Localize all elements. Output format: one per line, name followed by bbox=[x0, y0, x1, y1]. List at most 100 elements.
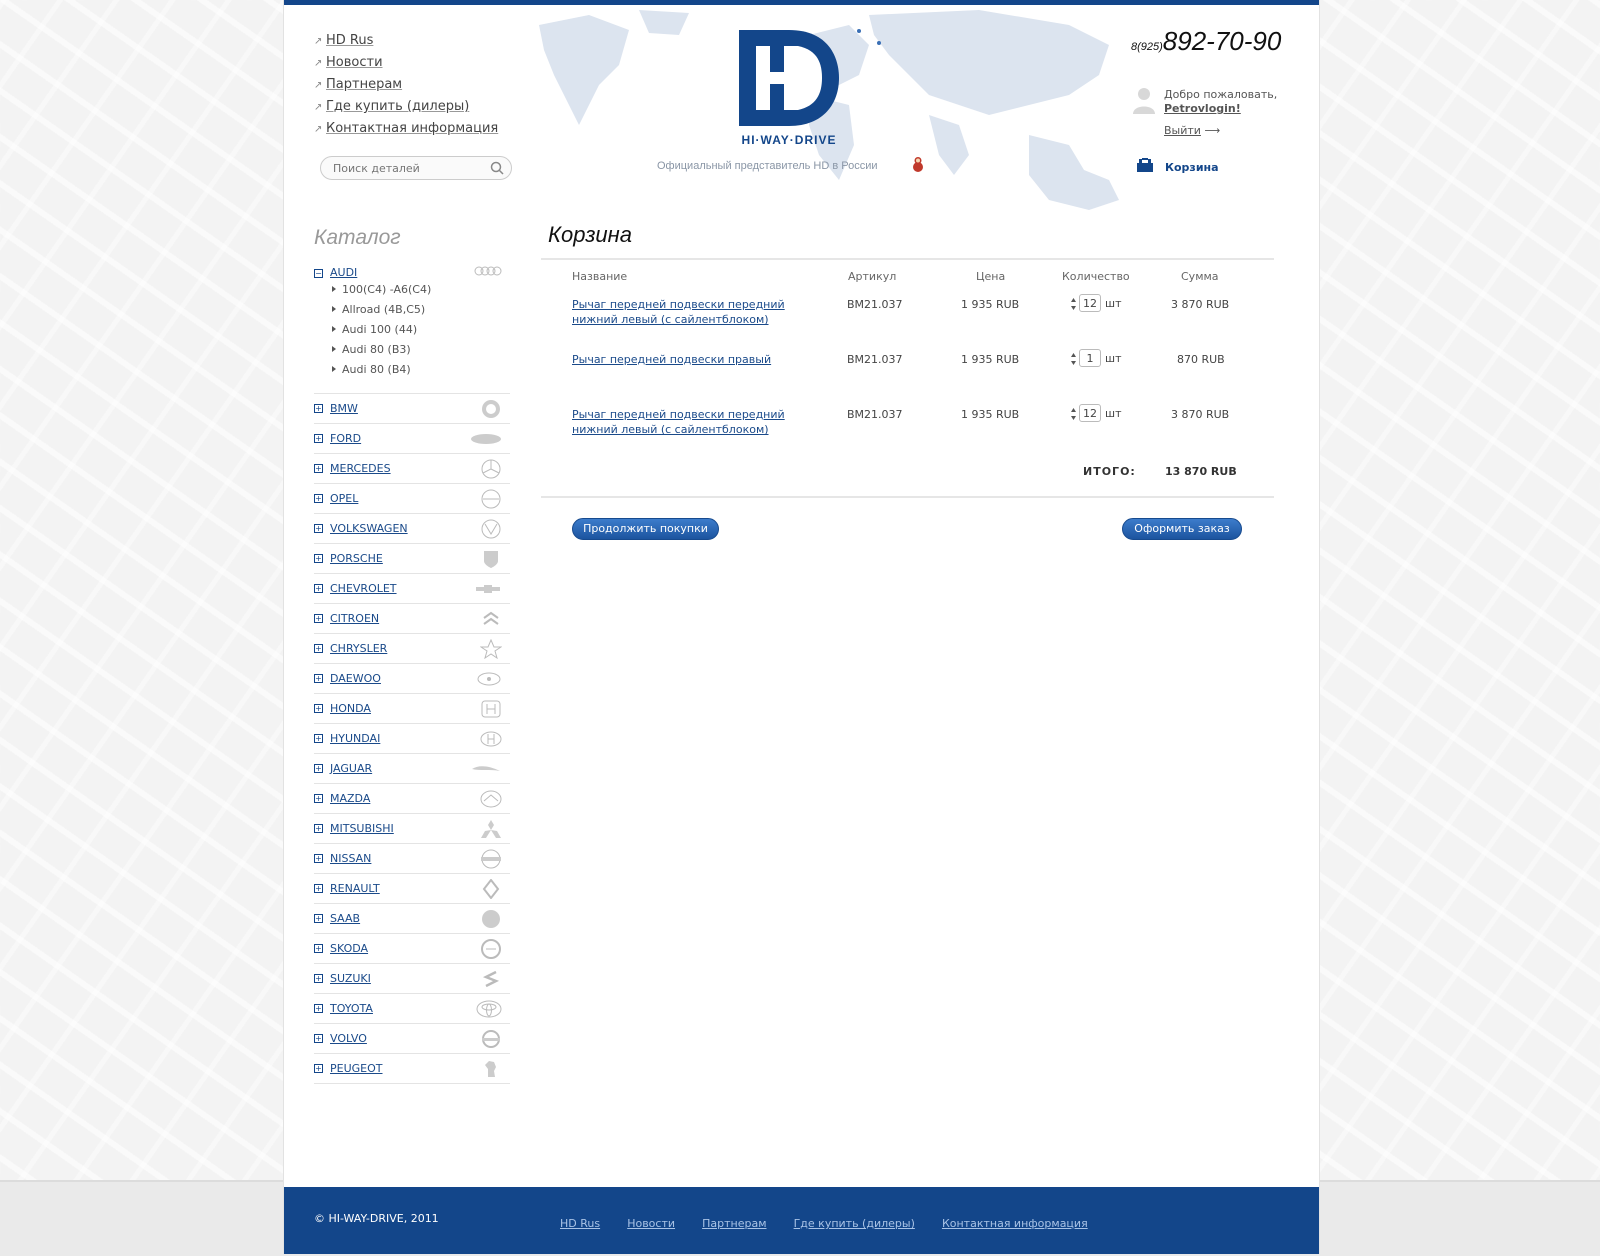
expand-icon[interactable]: + bbox=[314, 764, 323, 773]
expand-icon[interactable]: + bbox=[314, 914, 323, 923]
quantity-input[interactable] bbox=[1079, 294, 1101, 312]
hyundai-logo-icon bbox=[480, 731, 502, 747]
brand-link[interactable]: FORD bbox=[330, 432, 361, 445]
product-link[interactable]: Рычаг передней подвески передний нижний л… bbox=[572, 407, 785, 437]
brand-link[interactable]: JAGUAR bbox=[330, 762, 372, 775]
cart-link[interactable]: Корзина bbox=[1165, 161, 1219, 174]
stepper-arrows-icon[interactable] bbox=[1070, 352, 1077, 366]
model-item[interactable]: 100(C4) -A6(C4) bbox=[332, 283, 431, 303]
brand-link[interactable]: CHRYSLER bbox=[330, 642, 387, 655]
phone-number: 8(925)892-70-90 bbox=[1131, 26, 1281, 57]
brand-link[interactable]: RENAULT bbox=[330, 882, 380, 895]
catalog-brand: + HYUNDAI bbox=[314, 724, 510, 754]
brand-link[interactable]: CITROEN bbox=[330, 612, 379, 625]
expand-icon[interactable]: + bbox=[314, 464, 323, 473]
brand-link[interactable]: MITSUBISHI bbox=[330, 822, 394, 835]
brand-link[interactable]: VOLVO bbox=[330, 1032, 367, 1045]
expand-icon[interactable]: + bbox=[314, 824, 323, 833]
brand-link[interactable]: BMW bbox=[330, 402, 358, 415]
search-icon[interactable] bbox=[489, 160, 505, 176]
footer-link-news[interactable]: Новости bbox=[627, 1217, 675, 1230]
brand-link[interactable]: AUDI bbox=[330, 266, 357, 279]
brand-link[interactable]: MERCEDES bbox=[330, 462, 391, 475]
checkout-button[interactable]: Оформить заказ bbox=[1122, 518, 1242, 540]
expand-icon[interactable]: + bbox=[314, 524, 323, 533]
nav-link-news[interactable]: Новости bbox=[326, 55, 383, 70]
collapse-icon[interactable]: − bbox=[314, 269, 323, 278]
expand-icon[interactable]: + bbox=[314, 704, 323, 713]
product-link[interactable]: Рычаг передней подвески правый bbox=[572, 352, 771, 367]
expand-icon[interactable]: + bbox=[314, 944, 323, 953]
brand-link[interactable]: TOYOTA bbox=[330, 1002, 373, 1015]
search-input[interactable] bbox=[331, 159, 485, 177]
stepper-arrows-icon[interactable] bbox=[1070, 407, 1077, 421]
expand-icon[interactable]: + bbox=[314, 734, 323, 743]
triangle-right-icon bbox=[332, 326, 336, 332]
product-link[interactable]: Рычаг передней подвески передний нижний л… bbox=[572, 297, 785, 327]
top-nav-item: ↗ HD Rus bbox=[314, 32, 498, 54]
hd-logo[interactable]: HI·WAY·DRIVE bbox=[734, 28, 844, 153]
expand-icon[interactable]: + bbox=[314, 404, 323, 413]
expand-icon[interactable]: + bbox=[314, 1064, 323, 1073]
nav-link-contacts[interactable]: Контактная информация bbox=[326, 121, 498, 136]
logout-link[interactable]: Выйти bbox=[1164, 124, 1201, 137]
expand-icon[interactable]: + bbox=[314, 584, 323, 593]
quantity-input[interactable] bbox=[1079, 349, 1101, 367]
model-item[interactable]: Audi 100 (44) bbox=[332, 323, 431, 343]
footer-link-dealers[interactable]: Где купить (дилеры) bbox=[794, 1217, 915, 1230]
quantity-input[interactable] bbox=[1079, 404, 1101, 422]
expand-icon[interactable]: + bbox=[314, 794, 323, 803]
product-name-line: нижний левый (с сайлентблоком) bbox=[572, 313, 769, 326]
expand-icon[interactable]: + bbox=[314, 1034, 323, 1043]
brand-link[interactable]: PEUGEOT bbox=[330, 1062, 383, 1075]
model-item[interactable]: Allroad (4B,C5) bbox=[332, 303, 431, 323]
nav-link-dealers[interactable]: Где купить (дилеры) bbox=[326, 99, 469, 114]
top-nav-item: ↗ Контактная информация bbox=[314, 120, 498, 142]
expand-icon[interactable]: + bbox=[314, 854, 323, 863]
nav-link-hd-rus[interactable]: HD Rus bbox=[326, 33, 373, 48]
brand-link[interactable]: OPEL bbox=[330, 492, 358, 505]
catalog-list: − AUDI 100(C4) -A6(C4) Allroad (4B,C5) A… bbox=[314, 263, 510, 1084]
welcome-block: Добро пожаловать, Petrovlogin! bbox=[1164, 88, 1277, 116]
brand-link[interactable]: HONDA bbox=[330, 702, 371, 715]
nav-link-partners[interactable]: Партнерам bbox=[326, 77, 402, 92]
user-icon bbox=[1133, 88, 1155, 114]
expand-icon[interactable]: + bbox=[314, 1004, 323, 1013]
brand-link[interactable]: CHEVROLET bbox=[330, 582, 397, 595]
continue-shopping-button[interactable]: Продолжить покупки bbox=[572, 518, 719, 540]
suzuki-logo-icon bbox=[482, 970, 500, 988]
brand-link[interactable]: SUZUKI bbox=[330, 972, 371, 985]
brand-link[interactable]: PORSCHE bbox=[330, 552, 383, 565]
expand-icon[interactable]: + bbox=[314, 614, 323, 623]
brand-link[interactable]: HYUNDAI bbox=[330, 732, 380, 745]
expand-icon[interactable]: + bbox=[314, 884, 323, 893]
model-item[interactable]: Audi 80 (B3) bbox=[332, 343, 431, 363]
expand-icon[interactable]: + bbox=[314, 644, 323, 653]
catalog-brand-audi: − AUDI 100(C4) -A6(C4) Allroad (4B,C5) A… bbox=[314, 263, 510, 394]
brand-link[interactable]: MAZDA bbox=[330, 792, 370, 805]
expand-icon[interactable]: + bbox=[314, 554, 323, 563]
brand-link[interactable]: SKODA bbox=[330, 942, 368, 955]
expand-icon[interactable]: + bbox=[314, 974, 323, 983]
column-header-quantity: Количество bbox=[1062, 270, 1130, 283]
arrow-icon: ↗ bbox=[314, 124, 323, 135]
basket-icon[interactable] bbox=[1136, 157, 1154, 173]
product-name-line: Рычаг передней подвески правый bbox=[572, 353, 772, 366]
footer-link-hd-rus[interactable]: HD Rus bbox=[560, 1217, 600, 1230]
porsche-logo-icon bbox=[484, 551, 498, 568]
brand-link[interactable]: NISSAN bbox=[330, 852, 371, 865]
model-item[interactable]: Audi 80 (B4) bbox=[332, 363, 431, 383]
expand-icon[interactable]: + bbox=[314, 674, 323, 683]
brand-link[interactable]: VOLKSWAGEN bbox=[330, 522, 408, 535]
footer-link-partners[interactable]: Партнерам bbox=[702, 1217, 766, 1230]
brand-link[interactable]: SAAB bbox=[330, 912, 360, 925]
stepper-arrows-icon[interactable] bbox=[1070, 297, 1077, 311]
footer-link-contacts[interactable]: Контактная информация bbox=[942, 1217, 1088, 1230]
expand-icon[interactable]: + bbox=[314, 434, 323, 443]
peugeot-logo-icon bbox=[485, 1061, 496, 1077]
catalog-brand: + MAZDA bbox=[314, 784, 510, 814]
brand-link[interactable]: DAEWOO bbox=[330, 672, 381, 685]
opel-logo-icon bbox=[481, 489, 501, 509]
username-link[interactable]: Petrovlogin! bbox=[1164, 102, 1241, 115]
expand-icon[interactable]: + bbox=[314, 494, 323, 503]
